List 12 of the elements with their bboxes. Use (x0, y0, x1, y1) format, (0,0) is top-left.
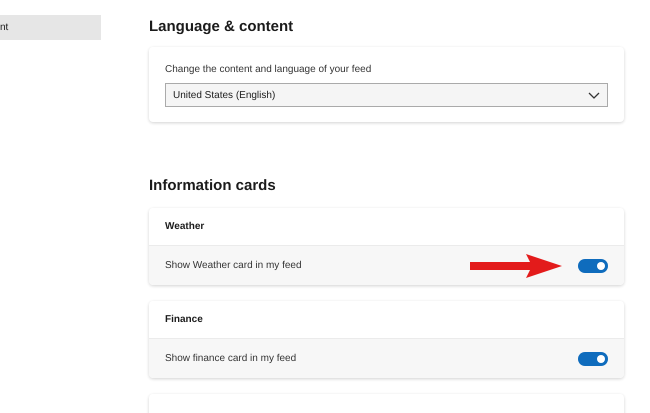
sidebar-item[interactable]: nt (0, 15, 101, 40)
card-title: Weather (165, 220, 204, 234)
field-label: Change the content and language of your feed (165, 63, 372, 77)
toggle-switch[interactable] (578, 258, 608, 272)
chevron-down-icon (588, 92, 600, 98)
setting-label: Show Weather card in my feed (165, 259, 303, 273)
toggle-switch[interactable] (578, 352, 608, 366)
language-dropdown[interactable]: United States (English) (165, 83, 608, 107)
section-title: Information cards (149, 176, 277, 196)
card-title: Finance (165, 313, 203, 327)
section-title: Language & content (149, 17, 294, 37)
setting-label: Show finance card in my feed (165, 352, 298, 366)
